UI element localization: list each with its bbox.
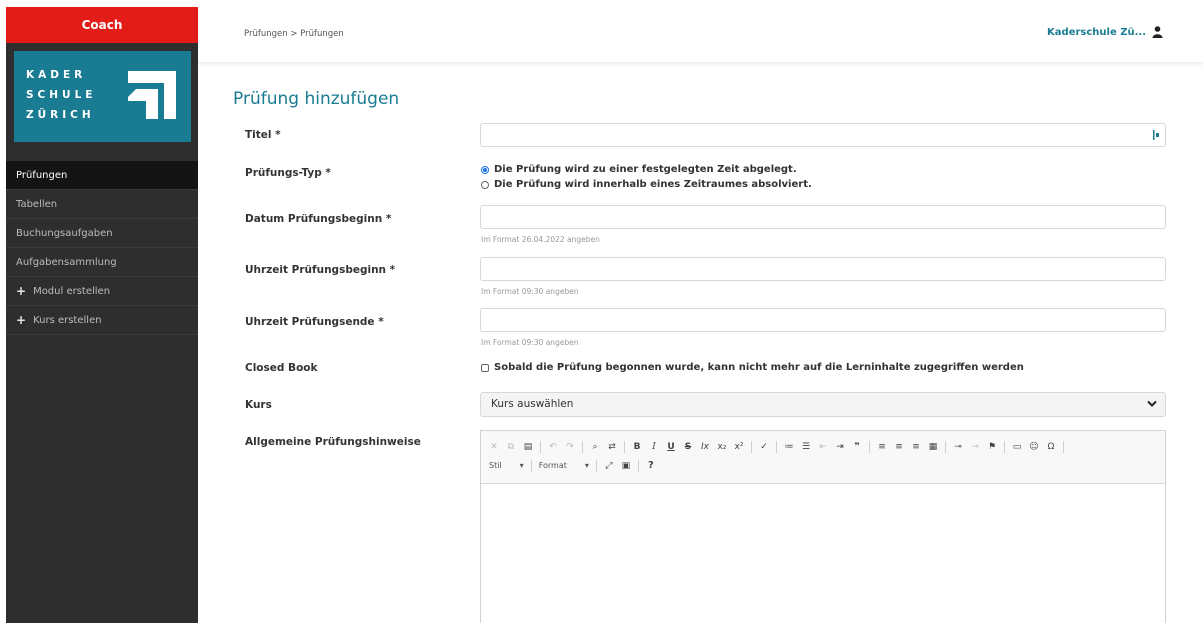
- toolbar-row-1: ✕ ⧉ ▤ ↶ ↷ ⌕ ⇄ B I U S Ix x₂ x² ✓ ≔ ☰ ⇤ ⇥…: [489, 437, 1157, 456]
- breadcrumb[interactable]: Prüfungen > Prüfungen: [244, 29, 344, 39]
- format-dropdown[interactable]: Format ▾: [539, 461, 589, 470]
- superscript-icon[interactable]: x²: [734, 442, 744, 452]
- typ-option-period[interactable]: Die Prüfung wird innerhalb eines Zeitrau…: [481, 179, 812, 190]
- datum-hint: Im Format 26.04.2022 angeben: [481, 235, 600, 244]
- closed-book-label: Closed Book: [245, 362, 318, 374]
- titel-label: Titel *: [245, 129, 281, 141]
- sidebar-item-pruefungen[interactable]: Prüfungen: [6, 161, 198, 190]
- sidebar-item-kurs-erstellen[interactable]: + Kurs erstellen: [6, 306, 198, 335]
- search-icon[interactable]: ⌕: [590, 442, 600, 452]
- editor-content-area[interactable]: [481, 484, 1165, 623]
- sidebar-item-buchungsaufgaben[interactable]: Buchungsaufgaben: [6, 219, 198, 248]
- start-hint: Im Format 09:30 angeben: [481, 287, 579, 296]
- maximize-icon[interactable]: ⤢: [604, 461, 614, 471]
- cut-icon[interactable]: ✕: [489, 442, 499, 452]
- sidebar-nav: Prüfungen Tabellen Buchungsaufgaben Aufg…: [6, 161, 198, 335]
- datum-label: Datum Prüfungsbeginn *: [245, 213, 392, 225]
- radio-selected[interactable]: [481, 165, 489, 174]
- page-title: Prüfung hinzufügen: [233, 89, 400, 109]
- editor-toolbar: ✕ ⧉ ▤ ↶ ↷ ⌕ ⇄ B I U S Ix x₂ x² ✓ ≔ ☰ ⇤ ⇥…: [481, 431, 1165, 484]
- user-icon: [1152, 26, 1163, 38]
- anchor-flag-icon[interactable]: ⚑: [987, 442, 997, 452]
- titel-input[interactable]: [480, 123, 1166, 147]
- end-label: Uhrzeit Prüfungsende *: [245, 316, 384, 328]
- sidebar-item-aufgabensammlung[interactable]: Aufgabensammlung: [6, 248, 198, 277]
- chevron-down-icon: [1147, 400, 1157, 407]
- bold-icon[interactable]: B: [632, 442, 642, 452]
- special-char-icon[interactable]: Ω: [1046, 442, 1056, 452]
- start-label: Uhrzeit Prüfungsbeginn *: [245, 264, 396, 276]
- rich-text-editor[interactable]: ✕ ⧉ ▤ ↶ ↷ ⌕ ⇄ B I U S Ix x₂ x² ✓ ≔ ☰ ⇤ ⇥…: [480, 430, 1166, 623]
- bullet-list-icon[interactable]: ☰: [801, 442, 811, 452]
- indent-icon[interactable]: ⇥: [835, 442, 845, 452]
- smiley-icon[interactable]: ☺: [1029, 442, 1039, 452]
- user-menu[interactable]: Kaderschule Zü...: [1047, 26, 1163, 38]
- closed-book-checkbox[interactable]: [481, 363, 489, 372]
- kurs-label: Kurs: [245, 399, 272, 411]
- strikethrough-icon[interactable]: S: [683, 442, 693, 452]
- start-time-input[interactable]: [480, 257, 1166, 281]
- datum-input[interactable]: [480, 205, 1166, 229]
- typ-label: Prüfungs-Typ *: [245, 167, 331, 179]
- underline-icon[interactable]: U: [666, 442, 676, 452]
- subscript-icon[interactable]: x₂: [717, 442, 727, 452]
- paste-icon[interactable]: ▤: [523, 442, 533, 452]
- closed-book-option[interactable]: Sobald die Prüfung begonnen wurde, kann …: [481, 362, 1024, 373]
- align-left-icon[interactable]: ≡: [877, 442, 887, 452]
- redo-icon[interactable]: ↷: [565, 442, 575, 452]
- align-right-icon[interactable]: ≡: [911, 442, 921, 452]
- user-name: Kaderschule Zü...: [1047, 26, 1146, 38]
- kurs-select[interactable]: Kurs auswählen: [480, 392, 1166, 417]
- numbered-list-icon[interactable]: ≔: [784, 442, 794, 452]
- sidebar-item-modul-erstellen[interactable]: + Modul erstellen: [6, 277, 198, 306]
- copy-icon[interactable]: ⧉: [506, 442, 516, 452]
- toolbar-row-2: Stil ▾ Format ▾ ⤢ ▣ ?: [489, 456, 1157, 475]
- show-blocks-icon[interactable]: ▣: [621, 461, 631, 471]
- undo-icon[interactable]: ↶: [548, 442, 558, 452]
- caret-down-icon: ▾: [584, 461, 589, 470]
- plus-icon: +: [16, 283, 27, 298]
- logo-arrow-icon: [128, 71, 176, 119]
- radio-unselected[interactable]: [481, 180, 489, 189]
- style-dropdown[interactable]: Stil ▾: [489, 461, 524, 470]
- role-header: Coach: [6, 7, 198, 43]
- outdent-icon[interactable]: ⇤: [818, 442, 828, 452]
- kaderschule-logo: KADER SCHULE ZÜRICH: [14, 51, 191, 142]
- blockquote-icon[interactable]: ❞: [852, 442, 862, 452]
- caret-down-icon: ▾: [519, 461, 524, 470]
- sidebar-item-tabellen[interactable]: Tabellen: [6, 190, 198, 219]
- hinweise-label: Allgemeine Prüfungshinweise: [245, 436, 421, 448]
- logo-text: KADER SCHULE ZÜRICH: [26, 69, 97, 121]
- help-icon[interactable]: ?: [646, 460, 656, 471]
- typ-option-fixed[interactable]: Die Prüfung wird zu einer festgelegten Z…: [481, 164, 797, 175]
- unlink-icon[interactable]: ⊸: [970, 442, 980, 452]
- replace-icon[interactable]: ⇄: [607, 442, 617, 452]
- end-time-input[interactable]: [480, 308, 1166, 332]
- horizontal-rule-icon[interactable]: ▭: [1012, 442, 1022, 452]
- link-icon[interactable]: ⊸: [953, 442, 963, 452]
- top-header: Prüfungen > Prüfungen Kaderschule Zü...: [198, 7, 1203, 63]
- end-hint: Im Format 09:30 angeben: [481, 338, 579, 347]
- spellcheck-icon[interactable]: ✓: [759, 442, 769, 452]
- text-cursor-icon: [1153, 130, 1159, 140]
- remove-format-icon[interactable]: Ix: [700, 442, 710, 452]
- italic-icon[interactable]: I: [649, 442, 659, 452]
- align-justify-icon[interactable]: ▦: [928, 442, 938, 452]
- plus-icon: +: [16, 312, 27, 327]
- align-center-icon[interactable]: ≡: [894, 442, 904, 452]
- sidebar: Coach KADER SCHULE ZÜRICH Prüfungen Tabe…: [6, 7, 198, 623]
